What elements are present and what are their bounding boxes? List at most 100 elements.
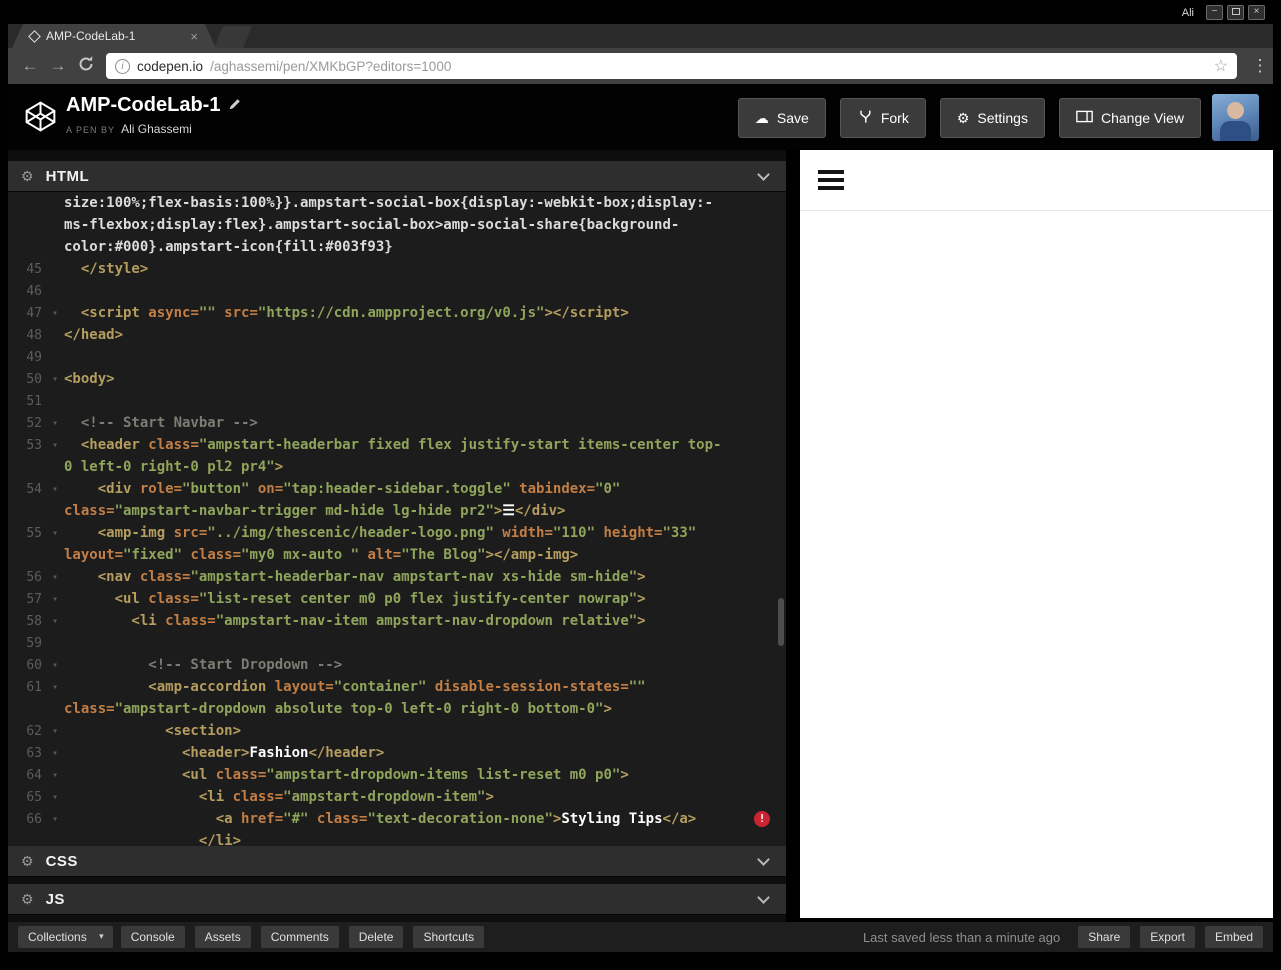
chevron-down-icon[interactable] [757, 891, 770, 904]
tab-close-icon[interactable]: × [190, 29, 198, 44]
code-text[interactable]: </li> [64, 833, 786, 846]
codepen-logo-icon[interactable] [24, 100, 57, 138]
code-line[interactable]: class="ampstart-navbar-trigger md-hide l… [8, 500, 786, 522]
fold-arrow-icon[interactable]: ▾ [46, 616, 64, 627]
code-text[interactable]: size:100%;flex-basis:100%}}.ampstart-soc… [64, 195, 786, 211]
delete-button[interactable]: Delete [348, 926, 404, 948]
code-line[interactable]: 65 ▾ <li class="ampstart-dropdown-item"> [8, 786, 786, 808]
reload-icon[interactable] [72, 55, 100, 78]
code-text[interactable]: <amp-img src="../img/thescenic/header-lo… [64, 525, 786, 541]
code-text[interactable]: ms-flexbox;display:flex}.ampstart-social… [64, 217, 786, 233]
fold-arrow-icon[interactable]: ▾ [46, 374, 64, 385]
code-line[interactable]: 60 ▾ <!-- Start Dropdown --> [8, 654, 786, 676]
fold-arrow-icon[interactable]: ▾ [46, 594, 64, 605]
minimize-button[interactable]: − [1206, 5, 1223, 20]
fork-button[interactable]: Fork [839, 98, 926, 138]
fold-arrow-icon[interactable]: ▾ [46, 748, 64, 759]
css-panel-header[interactable]: ⚙ CSS [8, 846, 786, 877]
code-line[interactable]: 54 ▾ <div role="button" on="tap:header-si… [8, 478, 786, 500]
url-bar[interactable]: i codepen.io /aghassemi/pen/XMKbGP?edito… [106, 53, 1237, 79]
save-button[interactable]: ☁ Save [737, 98, 826, 138]
settings-button[interactable]: ⚙ Settings [939, 98, 1045, 138]
code-text[interactable]: class="ampstart-dropdown absolute top-0 … [64, 701, 786, 717]
back-icon[interactable]: ← [16, 56, 44, 76]
code-line[interactable]: 56 ▾ <nav class="ampstart-headerbar-nav a… [8, 566, 786, 588]
gear-icon[interactable]: ⚙ [21, 168, 34, 185]
code-text[interactable]: <header class="ampstart-headerbar fixed … [64, 437, 786, 453]
html-code-editor[interactable]: size:100%;flex-basis:100%}}.ampstart-soc… [8, 192, 786, 846]
code-line[interactable]: 53 ▾ <header class="ampstart-headerbar fi… [8, 434, 786, 456]
code-line[interactable]: 66 ▾ <a href="#" class="text-decoration-n… [8, 808, 786, 830]
info-icon[interactable]: i [115, 58, 130, 74]
console-button[interactable]: Console [120, 926, 185, 948]
code-line[interactable]: 63 ▾ <header>Fashion</header> [8, 742, 786, 764]
bookmark-star-icon[interactable]: ☆ [1214, 56, 1228, 76]
code-line[interactable]: 61 ▾ <amp-accordion layout="container" di… [8, 676, 786, 698]
code-line[interactable]: </li> [8, 830, 786, 846]
code-text[interactable]: </style> [64, 261, 786, 277]
fold-arrow-icon[interactable]: ▾ [46, 484, 64, 495]
comments-button[interactable]: Comments [260, 926, 339, 948]
code-text[interactable]: <script async="" src="https://cdn.amppro… [64, 305, 786, 321]
code-line[interactable]: class="ampstart-dropdown absolute top-0 … [8, 698, 786, 720]
code-text[interactable]: <nav class="ampstart-headerbar-nav ampst… [64, 569, 786, 585]
fold-arrow-icon[interactable]: ▾ [46, 814, 64, 825]
code-text[interactable]: <ul class="ampstart-dropdown-items list-… [64, 767, 786, 783]
code-text[interactable]: <body> [64, 371, 786, 387]
code-line[interactable]: 0 left-0 right-0 pl2 pr4"> [8, 456, 786, 478]
code-line[interactable]: 48 </head> [8, 324, 786, 346]
code-line[interactable]: 64 ▾ <ul class="ampstart-dropdown-items l… [8, 764, 786, 786]
fold-arrow-icon[interactable]: ▾ [46, 528, 64, 539]
code-line[interactable]: 51 [8, 390, 786, 412]
gear-icon[interactable]: ⚙ [21, 853, 34, 870]
code-line[interactable]: ms-flexbox;display:flex}.ampstart-social… [8, 214, 786, 236]
assets-button[interactable]: Assets [194, 926, 251, 948]
edit-pencil-icon[interactable] [228, 94, 242, 117]
maximize-button[interactable] [1227, 5, 1244, 20]
gear-icon[interactable]: ⚙ [21, 891, 34, 908]
code-line[interactable]: layout="fixed" class="my0 mx-auto " alt=… [8, 544, 786, 566]
code-text[interactable]: <li class="ampstart-dropdown-item"> [64, 789, 786, 805]
code-text[interactable]: <div role="button" on="tap:header-sideba… [64, 481, 786, 497]
fold-arrow-icon[interactable]: ▾ [46, 308, 64, 319]
code-line[interactable]: 46 [8, 280, 786, 302]
browser-tab[interactable]: AMP-CodeLab-1 × [12, 24, 216, 48]
code-text[interactable]: <amp-accordion layout="container" disabl… [64, 679, 786, 695]
code-text[interactable]: layout="fixed" class="my0 mx-auto " alt=… [64, 547, 786, 563]
code-text[interactable]: <a href="#" class="text-decoration-none"… [64, 811, 786, 827]
forward-icon[interactable]: → [44, 56, 72, 76]
code-text[interactable]: <li class="ampstart-nav-item ampstart-na… [64, 613, 786, 629]
code-text[interactable]: <!-- Start Navbar --> [64, 415, 786, 431]
code-text[interactable]: <!-- Start Dropdown --> [64, 657, 786, 673]
export-button[interactable]: Export [1140, 926, 1195, 948]
code-line[interactable]: 52 ▾ <!-- Start Navbar --> [8, 412, 786, 434]
code-line[interactable]: 49 [8, 346, 786, 368]
html-panel-header[interactable]: ⚙ HTML [8, 161, 786, 192]
fold-arrow-icon[interactable]: ▾ [46, 792, 64, 803]
chevron-down-icon[interactable] [757, 168, 770, 181]
avatar[interactable] [1212, 94, 1259, 141]
author-link[interactable]: Ali Ghassemi [121, 122, 192, 136]
code-line[interactable]: 50 ▾ <body> [8, 368, 786, 390]
new-tab-button[interactable] [214, 26, 252, 48]
collections-dropdown[interactable]: Collections ▾ [18, 926, 113, 948]
code-text[interactable]: </head> [64, 327, 786, 343]
code-line[interactable]: 59 [8, 632, 786, 654]
code-line[interactable]: 58 ▾ <li class="ampstart-nav-item ampstar… [8, 610, 786, 632]
code-text[interactable]: color:#000}.ampstart-icon{fill:#003f93} [64, 239, 786, 255]
code-text[interactable]: class="ampstart-navbar-trigger md-hide l… [64, 503, 786, 519]
code-line[interactable]: size:100%;flex-basis:100%}}.ampstart-soc… [8, 192, 786, 214]
code-line[interactable]: color:#000}.ampstart-icon{fill:#003f93} [8, 236, 786, 258]
fold-arrow-icon[interactable]: ▾ [46, 440, 64, 451]
chevron-down-icon[interactable] [757, 853, 770, 866]
code-line[interactable]: 57 ▾ <ul class="list-reset center m0 p0 f… [8, 588, 786, 610]
code-line[interactable]: 45 </style> [8, 258, 786, 280]
shortcuts-button[interactable]: Shortcuts [413, 926, 485, 948]
code-text[interactable]: <header>Fashion</header> [64, 745, 786, 761]
code-text[interactable]: <section> [64, 723, 786, 739]
browser-menu-icon[interactable]: ⋮ [1247, 56, 1273, 76]
code-line[interactable]: 47 ▾ <script async="" src="https://cdn.am… [8, 302, 786, 324]
fold-arrow-icon[interactable]: ▾ [46, 572, 64, 583]
fold-arrow-icon[interactable]: ▾ [46, 682, 64, 693]
change-view-button[interactable]: Change View [1058, 98, 1201, 138]
